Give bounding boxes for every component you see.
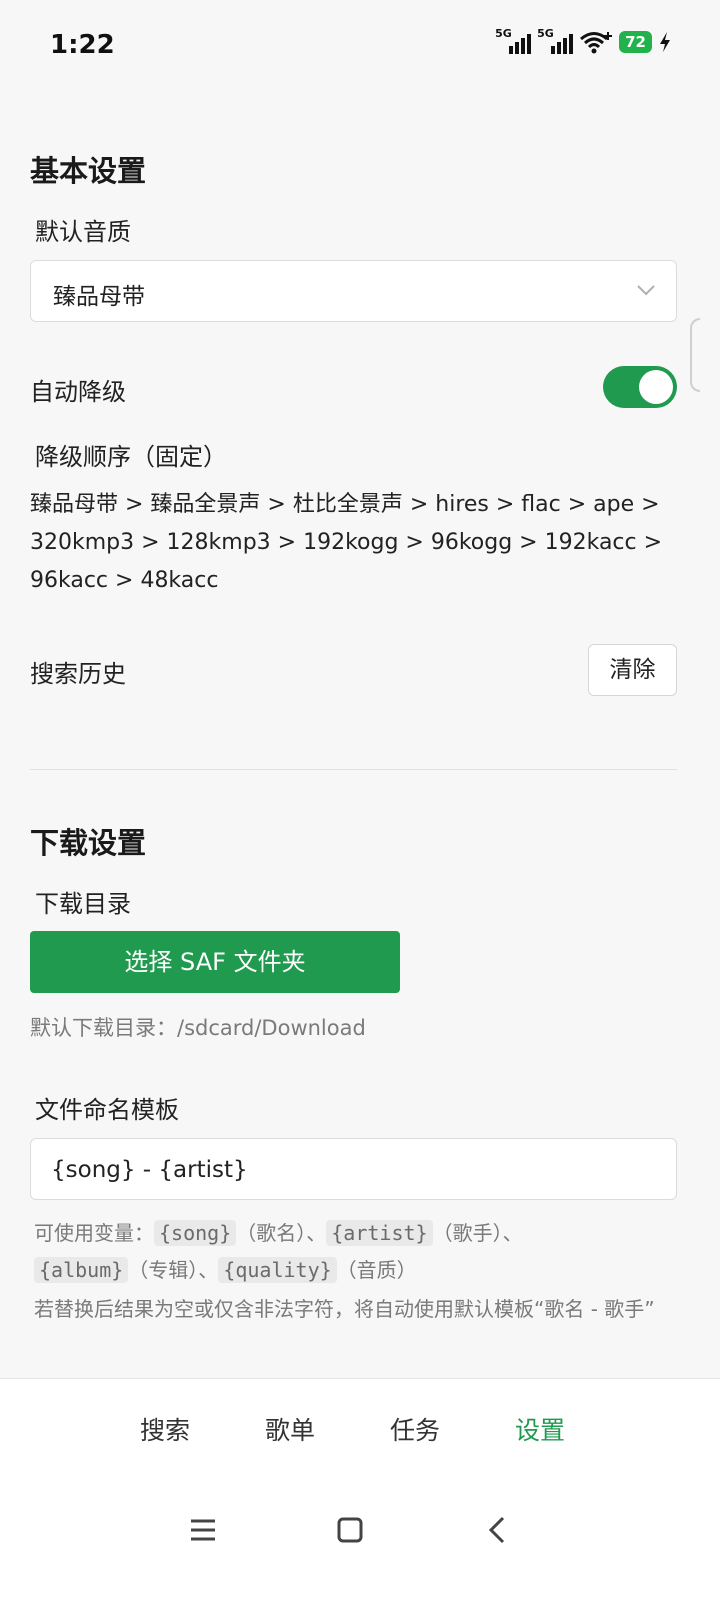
network-type-label: 5G	[495, 27, 512, 40]
wifi-icon	[580, 32, 613, 54]
bottom-nav: 搜索 歌单 任务 设置	[0, 1378, 720, 1488]
back-chevron-icon[interactable]	[478, 1510, 518, 1550]
download-dir-label: 下载目录	[35, 890, 131, 918]
downgrade-order-label: 降级顺序（固定）	[35, 443, 227, 471]
section-title-download: 下载设置	[30, 826, 147, 860]
signal-icon-sim2: 5G	[537, 27, 574, 54]
var-quality-code: {quality}	[218, 1257, 337, 1283]
default-quality-value: 臻品母带	[53, 284, 145, 310]
var-artist-desc: （歌手）、	[432, 1221, 523, 1245]
var-album-code: {album}	[34, 1257, 129, 1283]
template-warning: 若替换后结果为空或仅含非法字符，将自动使用默认模板“歌名 - 歌手”	[34, 1297, 655, 1321]
edge-panel-handle[interactable]	[690, 318, 700, 392]
status-icons: 5G 5G 72	[495, 27, 672, 54]
var-album-desc: （专辑）、	[128, 1258, 219, 1282]
auto-downgrade-toggle[interactable]	[603, 366, 677, 408]
status-bar: 1:22 5G 5G 72	[0, 0, 720, 92]
variables-help: 可使用变量： {song} （歌名）、 {artist} （歌手）、 {album} （专…	[34, 1215, 674, 1289]
default-download-dir: 默认下载目录：/sdcard/Download	[30, 1016, 366, 1040]
var-artist-code: {artist}	[326, 1220, 433, 1246]
section-title-basic: 基本设置	[30, 154, 147, 188]
chevron-down-icon	[637, 285, 655, 296]
var-song-desc: （歌名）、	[236, 1221, 327, 1245]
system-navigation-bar	[0, 1488, 720, 1600]
default-quality-select[interactable]: 臻品母带	[30, 260, 677, 322]
nav-tab-settings[interactable]: 设置	[515, 1411, 565, 1447]
search-history-label: 搜索历史	[30, 660, 126, 688]
battery-icon: 72	[619, 31, 652, 53]
naming-template-label: 文件命名模板	[35, 1096, 179, 1124]
nav-tab-search[interactable]: 搜索	[140, 1411, 190, 1447]
downgrade-order-text: 臻品母带 > 臻品全景声 > 杜比全景声 > hires > flac > ap…	[30, 486, 680, 600]
naming-template-field[interactable]	[30, 1138, 677, 1200]
variables-prefix: 可使用变量：	[34, 1221, 154, 1245]
downgrade-order-line: 臻品母带 > 臻品全景声 > 杜比全景声 > hires > flac > ap…	[30, 492, 660, 517]
clear-history-button[interactable]: 清除	[588, 644, 677, 696]
section-divider	[30, 769, 677, 770]
home-square-icon[interactable]	[330, 1510, 370, 1550]
auto-downgrade-label: 自动降级	[30, 378, 126, 406]
downgrade-order-line: 96kacc > 48kacc	[30, 568, 219, 593]
nav-tab-tasks[interactable]: 任务	[390, 1411, 440, 1447]
charging-bolt-icon	[660, 32, 670, 52]
default-quality-label: 默认音质	[35, 218, 131, 246]
var-quality-desc: （音质）	[336, 1258, 417, 1282]
status-time: 1:22	[50, 30, 115, 60]
menu-icon[interactable]	[183, 1510, 223, 1550]
signal-icon-sim1: 5G	[495, 27, 532, 54]
downgrade-order-line: 320kmp3 > 128kmp3 > 192kogg > 96kogg > 1…	[30, 530, 663, 555]
naming-template-input[interactable]	[51, 1153, 651, 1187]
nav-tab-playlists[interactable]: 歌单	[265, 1411, 315, 1447]
var-song-code: {song}	[154, 1220, 237, 1246]
choose-saf-folder-button[interactable]: 选择 SAF 文件夹	[30, 931, 400, 993]
network-type-label: 5G	[537, 27, 554, 40]
toggle-knob	[639, 370, 673, 404]
